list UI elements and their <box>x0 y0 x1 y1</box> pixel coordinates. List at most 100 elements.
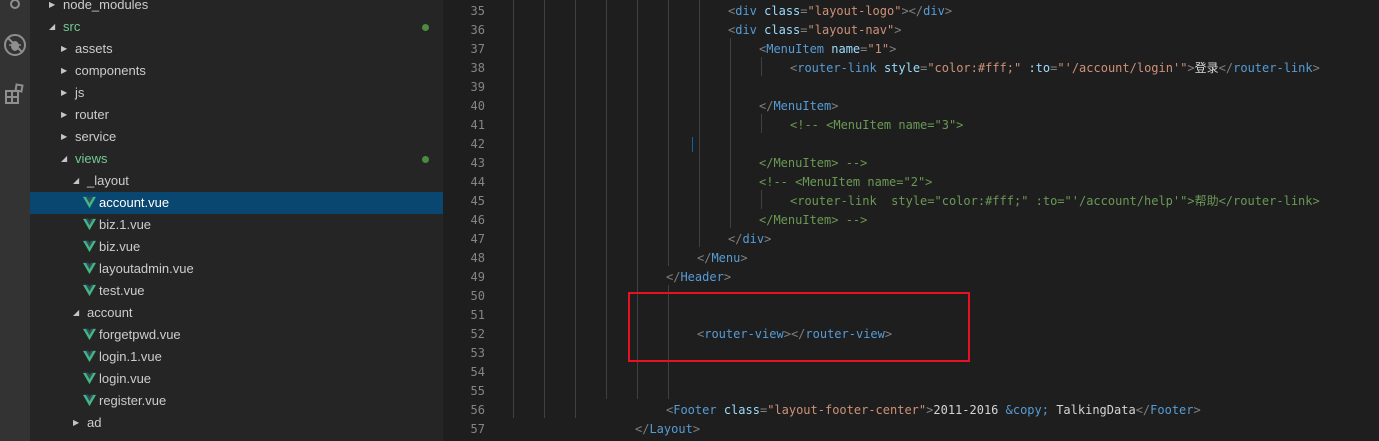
explorer-folder[interactable]: ▶ js <box>30 82 443 104</box>
code-text: </Header> <box>666 268 731 287</box>
code-token: div <box>742 232 765 246</box>
explorer-file[interactable]: biz.1.vue <box>30 214 443 236</box>
line-number: 57 <box>470 422 485 436</box>
vue-file-icon <box>83 372 96 385</box>
code-line[interactable]: 37 <MenuItem name="1"> <box>443 40 1379 59</box>
explorer-item-label: register.vue <box>99 393 167 408</box>
explorer-folder[interactable]: ◢ views <box>30 148 443 170</box>
explorer-folder[interactable]: ◢ account <box>30 302 443 324</box>
chevron-right-icon[interactable]: ▶ <box>73 412 79 434</box>
explorer-item-label: node_modules <box>63 0 149 12</box>
explorer-item-label: test.vue <box>99 283 145 298</box>
explorer-item-label: account.vue <box>99 195 170 210</box>
explorer-item-label: router <box>75 107 109 122</box>
code-token: Footer <box>673 403 717 417</box>
code-token: "layout-logo" <box>807 4 902 18</box>
chevron-right-icon[interactable]: ▶ <box>61 126 67 148</box>
code-token: > <box>723 270 732 284</box>
explorer-folder[interactable]: ▶ ad <box>30 412 443 434</box>
code-token: </ <box>635 422 650 436</box>
chevron-right-icon[interactable]: ▶ <box>61 60 67 82</box>
line-number: 38 <box>470 61 485 75</box>
code-token: </MenuItem> --> <box>759 213 868 227</box>
source-control-icon[interactable] <box>0 0 30 16</box>
explorer-file[interactable]: account.vue <box>30 192 443 214</box>
explorer-folder[interactable]: ▶ node_modules <box>30 0 443 16</box>
explorer-folder[interactable]: ▶ router <box>30 104 443 126</box>
chevron-down-icon[interactable]: ◢ <box>73 170 79 192</box>
explorer-item-label: assets <box>75 41 113 56</box>
code-token: class <box>716 403 760 417</box>
explorer-folder[interactable]: ◢ src <box>30 16 443 38</box>
code-token: </ <box>1218 61 1234 75</box>
code-token: div <box>735 4 757 18</box>
chevron-down-icon[interactable]: ◢ <box>61 148 67 170</box>
chevron-down-icon[interactable]: ◢ <box>73 302 79 324</box>
line-number: 40 <box>470 99 485 113</box>
code-line[interactable]: 35 <div class="layout-logo"></div> <box>443 2 1379 21</box>
explorer-file[interactable]: test.vue <box>30 280 443 302</box>
explorer-item-label: views <box>75 151 108 166</box>
explorer-file[interactable]: forgetpwd.vue <box>30 324 443 346</box>
line-number: 50 <box>470 289 485 303</box>
explorer-folder[interactable]: ▶ components <box>30 60 443 82</box>
explorer-file[interactable]: login.1.vue <box>30 346 443 368</box>
debug-icon[interactable] <box>0 33 30 59</box>
line-number: 46 <box>470 213 485 227</box>
code-editor[interactable]: 35 <div class="layout-logo"></div> 36 <div … <box>443 0 1379 441</box>
code-line[interactable]: 56 <Footer class="layout-footer-center">2… <box>443 401 1379 420</box>
line-number: 36 <box>470 23 485 37</box>
code-text: <MenuItem name="1"> <box>759 40 896 59</box>
explorer-folder[interactable]: ◢ _layout <box>30 170 443 192</box>
code-line[interactable]: 55 <box>443 382 1379 401</box>
code-line[interactable]: 57 </Layout> <box>443 420 1379 439</box>
code-text: <router-view></router-view> <box>697 325 892 344</box>
explorer-file[interactable]: layoutadmin.vue <box>30 258 443 280</box>
chevron-right-icon[interactable]: ▶ <box>61 104 67 126</box>
code-token: Footer <box>1150 403 1194 417</box>
code-token: = <box>800 23 808 37</box>
code-line[interactable]: 50 <box>443 287 1379 306</box>
explorer-item-label: src <box>63 19 81 34</box>
code-line[interactable]: 53 <box>443 344 1379 363</box>
code-token: Layout <box>649 422 693 436</box>
line-number: 54 <box>470 365 485 379</box>
code-line[interactable]: 42 <box>443 135 1379 154</box>
explorer-file[interactable]: register.vue <box>30 390 443 412</box>
explorer-file[interactable]: biz.vue <box>30 236 443 258</box>
explorer-folder[interactable]: ▶ assets <box>30 38 443 60</box>
code-text: </MenuItem> <box>759 97 838 116</box>
code-line[interactable]: 51 <box>443 306 1379 325</box>
code-line[interactable]: 38 <router-link style="color:#fff;" :to="… <box>443 59 1379 78</box>
code-line[interactable]: 40 </MenuItem> <box>443 97 1379 116</box>
chevron-right-icon[interactable]: ▶ <box>61 38 67 60</box>
code-token: </ <box>1135 403 1151 417</box>
code-line[interactable]: 47 </div> <box>443 230 1379 249</box>
code-line[interactable]: 45 <router-link style="color:#fff;" :to="… <box>443 192 1379 211</box>
code-token: router-view <box>805 327 885 341</box>
code-line[interactable]: 49 </Header> <box>443 268 1379 287</box>
code-token: router-link <box>1233 61 1313 75</box>
code-line[interactable]: 48 </Menu> <box>443 249 1379 268</box>
code-text: </Menu> <box>697 249 748 268</box>
explorer-item-label: components <box>75 63 146 78</box>
chevron-down-icon[interactable]: ◢ <box>49 16 55 38</box>
chevron-right-icon[interactable]: ▶ <box>61 82 67 104</box>
explorer-file[interactable]: login.vue <box>30 368 443 390</box>
code-line[interactable]: 41 <!-- <MenuItem name="3"> <box>443 116 1379 135</box>
code-token: Header <box>680 270 724 284</box>
line-number: 47 <box>470 232 485 246</box>
code-line[interactable]: 36 <div class="layout-nav"> <box>443 21 1379 40</box>
code-token: > <box>884 327 893 341</box>
line-number: 52 <box>470 327 485 341</box>
code-line[interactable]: 44 <!-- <MenuItem name="2"> <box>443 173 1379 192</box>
explorer-folder[interactable]: ▶ service <box>30 126 443 148</box>
code-line[interactable]: 46 </MenuItem> --> <box>443 211 1379 230</box>
code-line[interactable]: 43 </MenuItem> --> <box>443 154 1379 173</box>
code-line[interactable]: 39 <box>443 78 1379 97</box>
chevron-right-icon[interactable]: ▶ <box>49 0 55 16</box>
code-line[interactable]: 52 <router-view></router-view> <box>443 325 1379 344</box>
code-line[interactable]: 54 <box>443 363 1379 382</box>
extensions-icon[interactable] <box>0 83 30 109</box>
code-token: > <box>1187 61 1195 75</box>
